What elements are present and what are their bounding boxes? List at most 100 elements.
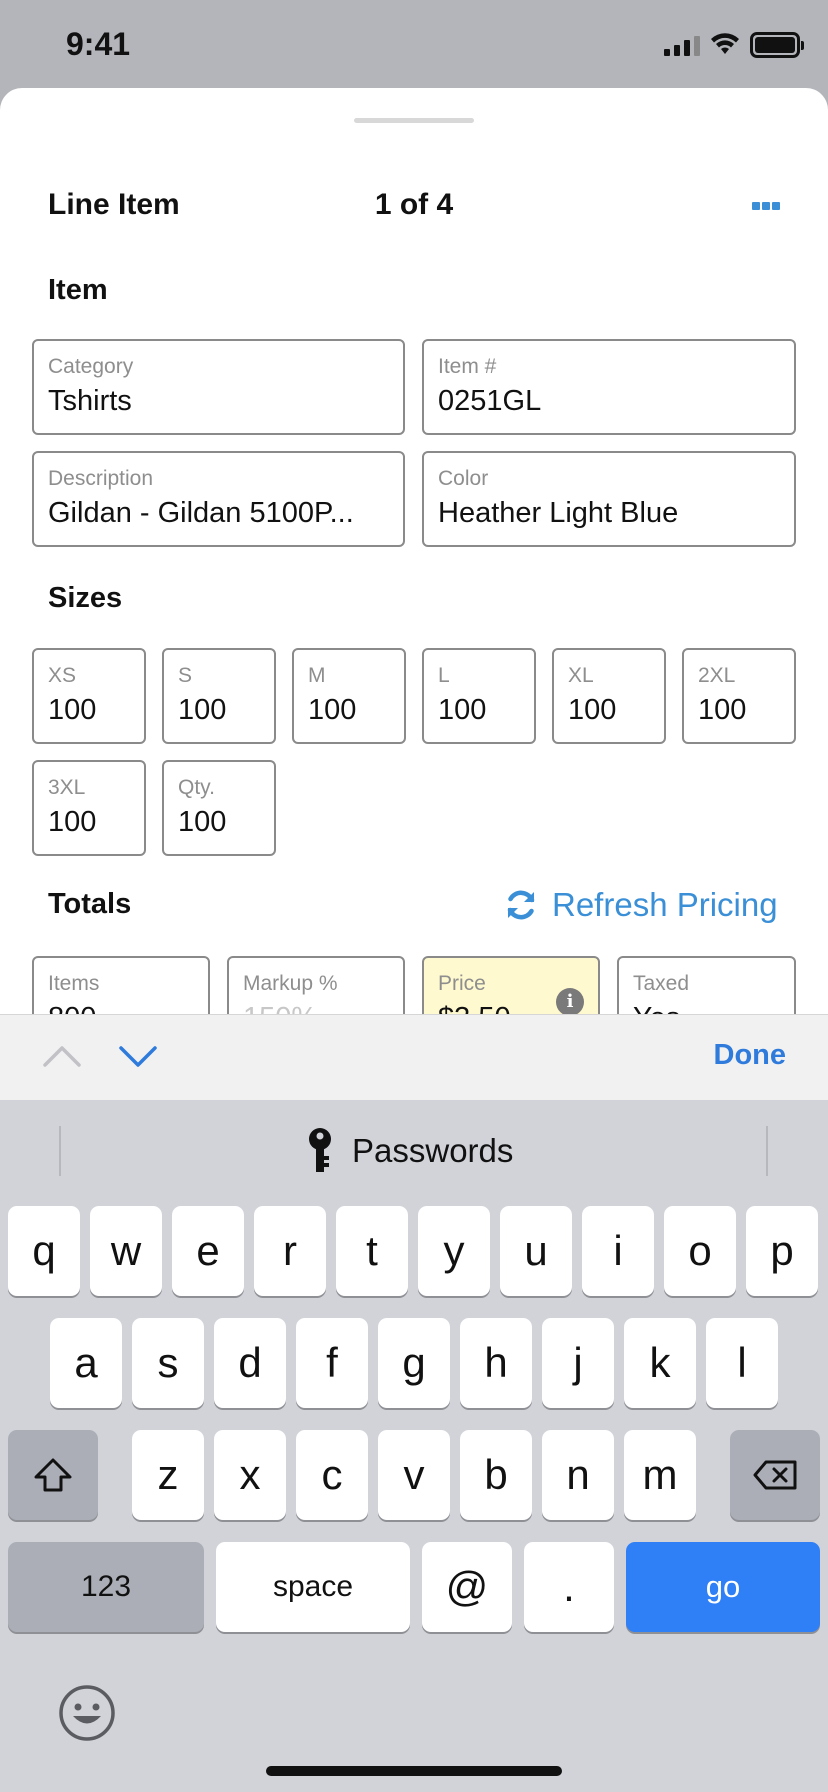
dot-key[interactable]: . xyxy=(524,1542,614,1632)
key-x[interactable]: x xyxy=(214,1430,286,1520)
field-label: Items xyxy=(48,972,100,995)
shift-key[interactable] xyxy=(8,1430,98,1520)
sheet-grabber[interactable] xyxy=(354,118,474,123)
field-label: Category xyxy=(48,355,134,378)
more-dots-icon[interactable] xyxy=(752,202,780,210)
passwords-suggestion[interactable]: Passwords xyxy=(306,1128,513,1174)
cellular-signal-icon xyxy=(664,36,700,56)
taxed-field[interactable]: Taxed Yes xyxy=(617,956,796,1014)
category-field[interactable]: Category Tshirts xyxy=(32,339,405,435)
go-key[interactable]: go xyxy=(626,1542,820,1632)
key-a[interactable]: a xyxy=(50,1318,122,1408)
refresh-pricing-button[interactable]: Refresh Pricing xyxy=(504,886,778,924)
key-c[interactable]: c xyxy=(296,1430,368,1520)
field-value: Heather Light Blue xyxy=(438,497,679,529)
key-r[interactable]: r xyxy=(254,1206,326,1296)
field-value: 100 xyxy=(48,694,97,726)
key-k[interactable]: k xyxy=(624,1318,696,1408)
field-label: L xyxy=(438,664,450,687)
emoji-icon[interactable] xyxy=(58,1684,116,1742)
key-m[interactable]: m xyxy=(624,1430,696,1520)
key-p[interactable]: p xyxy=(746,1206,818,1296)
key-o[interactable]: o xyxy=(664,1206,736,1296)
field-value: 100 xyxy=(438,694,487,726)
field-value: 100 xyxy=(568,694,617,726)
line-item-sheet: Line Item 1 of 4 Item Category Tshirts I… xyxy=(0,88,828,1014)
field-value: 100 xyxy=(308,694,357,726)
totals-section-heading: Totals xyxy=(48,888,132,920)
space-key[interactable]: space xyxy=(216,1542,410,1632)
status-time: 9:41 xyxy=(66,26,131,62)
delete-key[interactable] xyxy=(730,1430,820,1520)
key-e[interactable]: e xyxy=(172,1206,244,1296)
key-s[interactable]: s xyxy=(132,1318,204,1408)
key-w[interactable]: w xyxy=(90,1206,162,1296)
size-xs-field[interactable]: XS 100 xyxy=(32,648,146,744)
key-b[interactable]: b xyxy=(460,1430,532,1520)
field-label: Taxed xyxy=(633,972,690,995)
key-u[interactable]: u xyxy=(500,1206,572,1296)
size-s-field[interactable]: S 100 xyxy=(162,648,276,744)
items-total-field[interactable]: Items 800 xyxy=(32,956,210,1014)
field-label: 3XL xyxy=(48,776,86,799)
field-value: 100 xyxy=(178,694,227,726)
description-field[interactable]: Description Gildan - Gildan 5100P... xyxy=(32,451,405,547)
key-h[interactable]: h xyxy=(460,1318,532,1408)
price-field[interactable]: Price $3.50 i xyxy=(422,956,600,1014)
wifi-icon xyxy=(711,33,739,54)
refresh-icon xyxy=(507,890,535,920)
keyboard-accessory-bar: Done xyxy=(0,1014,828,1100)
field-label: Qty. xyxy=(178,776,215,799)
info-icon[interactable]: i xyxy=(556,988,584,1014)
key-q[interactable]: q xyxy=(8,1206,80,1296)
key-i[interactable]: i xyxy=(582,1206,654,1296)
home-indicator xyxy=(266,1766,562,1776)
divider xyxy=(766,1126,768,1176)
field-label: Description xyxy=(48,467,154,490)
key-y[interactable]: y xyxy=(418,1206,490,1296)
field-label: Color xyxy=(438,467,489,490)
item-number-field[interactable]: Item # 0251GL xyxy=(422,339,796,435)
key-v[interactable]: v xyxy=(378,1430,450,1520)
field-label: XL xyxy=(568,664,594,687)
size-3xl-field[interactable]: 3XL 100 xyxy=(32,760,146,856)
key-d[interactable]: d xyxy=(214,1318,286,1408)
numbers-key[interactable]: 123 xyxy=(8,1542,204,1632)
key-l[interactable]: l xyxy=(706,1318,778,1408)
chevron-up-icon[interactable] xyxy=(42,1041,82,1071)
markup-percent-field[interactable]: Markup % 150% xyxy=(227,956,405,1014)
field-label: Markup % xyxy=(243,972,338,995)
key-j[interactable]: j xyxy=(542,1318,614,1408)
key-z[interactable]: z xyxy=(132,1430,204,1520)
passwords-label: Passwords xyxy=(352,1132,514,1169)
size-m-field[interactable]: M 100 xyxy=(292,648,406,744)
qty-field[interactable]: Qty. 100 xyxy=(162,760,276,856)
refresh-pricing-label: Refresh Pricing xyxy=(552,886,778,923)
key-f[interactable]: f xyxy=(296,1318,368,1408)
field-value: 100 xyxy=(48,806,97,838)
key-t[interactable]: t xyxy=(336,1206,408,1296)
field-label: M xyxy=(308,664,326,687)
field-value: Yes xyxy=(633,1002,780,1014)
key-g[interactable]: g xyxy=(378,1318,450,1408)
field-value: 100 xyxy=(698,694,747,726)
field-label: XS xyxy=(48,664,77,687)
color-field[interactable]: Color Heather Light Blue xyxy=(422,451,796,547)
divider xyxy=(59,1126,61,1176)
field-value: 150% xyxy=(243,1002,389,1014)
field-value: 800 xyxy=(48,1002,194,1014)
field-value: 100 xyxy=(178,806,227,838)
key-n[interactable]: n xyxy=(542,1430,614,1520)
item-section-heading: Item xyxy=(48,274,108,306)
field-label: Item # xyxy=(438,355,497,378)
size-2xl-field[interactable]: 2XL 100 xyxy=(682,648,796,744)
shift-icon xyxy=(34,1458,72,1492)
at-key[interactable]: @ xyxy=(422,1542,512,1632)
field-value: Tshirts xyxy=(48,385,132,417)
keyboard-suggestion-bar: Passwords xyxy=(0,1100,828,1200)
sizes-section-heading: Sizes xyxy=(48,582,123,614)
size-l-field[interactable]: L 100 xyxy=(422,648,536,744)
size-xl-field[interactable]: XL 100 xyxy=(552,648,666,744)
done-button[interactable]: Done xyxy=(714,1039,787,1072)
chevron-down-icon[interactable] xyxy=(118,1041,158,1071)
